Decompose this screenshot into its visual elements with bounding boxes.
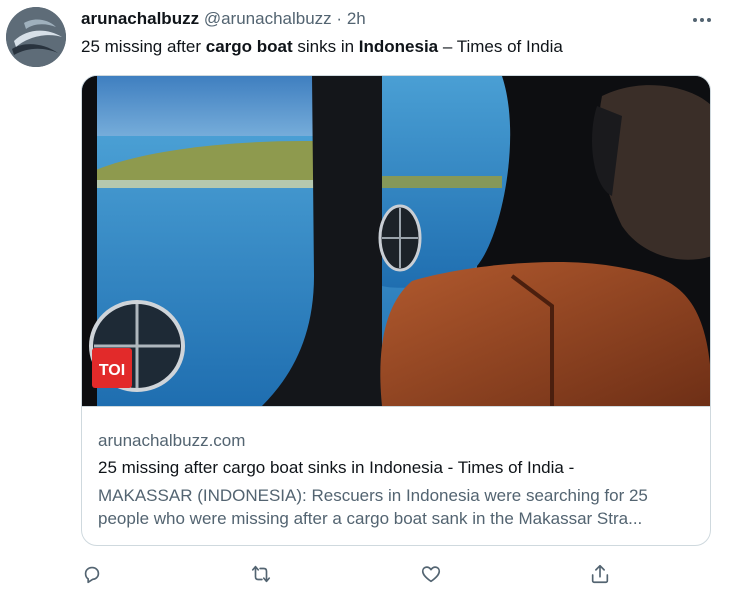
description-line: people who were missing after a cargo bo… (98, 509, 643, 528)
tweet[interactable]: arunachalbuzz @arunachalbuzz · 2h 25 mis… (0, 0, 742, 602)
link-card-title: 25 missing after cargo boat sinks in Ind… (98, 458, 575, 477)
separator-dot: · (336, 9, 343, 28)
like-button[interactable] (419, 562, 443, 586)
avatar[interactable] (6, 7, 66, 67)
link-card-description: MAKASSAR (INDONESIA): Rescuers in Indone… (98, 484, 698, 530)
link-card-domain: arunachalbuzz.com (98, 431, 246, 450)
like-icon (421, 566, 441, 583)
tweet-text-part: 25 missing after (81, 37, 206, 56)
tweet-header: arunachalbuzz @arunachalbuzz · 2h (81, 9, 366, 29)
tweet-text-highlight: cargo boat (205, 37, 293, 56)
more-options-button[interactable] (688, 9, 716, 31)
toi-badge-text: TOI (99, 362, 125, 379)
reply-icon (84, 566, 100, 584)
retweet-icon (251, 565, 271, 583)
link-card-image[interactable]: TOI (82, 76, 711, 406)
share-button[interactable] (588, 562, 612, 586)
author-handle[interactable]: @arunachalbuzz (204, 9, 332, 28)
tweet-time[interactable]: 2h (347, 9, 366, 28)
avatar-logo-icon (6, 7, 66, 67)
author-name[interactable]: arunachalbuzz (81, 9, 199, 28)
retweet-button[interactable] (249, 562, 273, 586)
description-line: MAKASSAR (INDONESIA): Rescuers in Indone… (98, 486, 648, 505)
reply-button[interactable] (80, 562, 104, 586)
tweet-text: 25 missing after cargo boat sinks in Ind… (81, 37, 563, 57)
card-divider (82, 406, 710, 407)
tweet-text-part: – Times of India (438, 37, 563, 56)
action-bar (0, 562, 742, 592)
tweet-text-part: sinks in (292, 37, 359, 56)
tweet-text-highlight: Indonesia (358, 37, 439, 56)
share-icon (591, 564, 609, 584)
link-card[interactable]: TOI arunachalbuzz.com 25 missing after c… (81, 75, 711, 546)
more-horizontal-icon (693, 18, 711, 22)
